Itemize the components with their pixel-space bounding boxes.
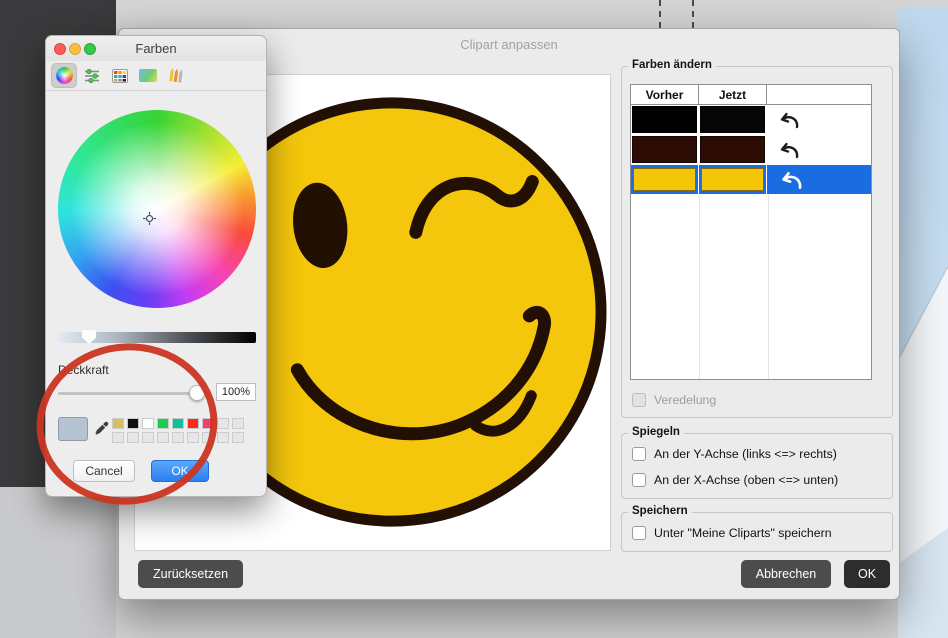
- color-swatch[interactable]: [112, 432, 124, 443]
- color-palettes-tab[interactable]: [107, 63, 133, 88]
- color-swatch[interactable]: [217, 432, 229, 443]
- image-palettes-icon: [139, 69, 157, 82]
- undo-row-color-button[interactable]: [767, 135, 871, 164]
- color-swatch[interactable]: [202, 432, 214, 443]
- mirror-y-axis-checkbox[interactable]: [632, 447, 646, 461]
- color-swatch[interactable]: [142, 418, 154, 429]
- color-swatch: [633, 168, 696, 191]
- after-color-cell[interactable]: [699, 135, 767, 164]
- color-mapping-table: Vorher Jetzt: [630, 84, 872, 380]
- undo-arrow-icon: [774, 110, 800, 130]
- desktop-light-area: [0, 487, 116, 638]
- panel-cancel-button[interactable]: Cancel: [73, 460, 135, 482]
- color-swatch: [632, 136, 697, 163]
- colors-panel-window: Farben: [45, 35, 267, 497]
- color-swatch[interactable]: [127, 418, 139, 429]
- background-photo-edge: [898, 8, 948, 638]
- save-to-my-cliparts-label: Unter "Meine Cliparts" speichern: [654, 526, 832, 540]
- veredelung-checkbox[interactable]: [632, 393, 646, 407]
- color-swatch[interactable]: [217, 418, 229, 429]
- cancel-button[interactable]: Abbrechen: [741, 560, 831, 588]
- crosshair-icon[interactable]: [143, 212, 156, 225]
- opacity-slider-thumb[interactable]: [189, 385, 205, 401]
- mirror-x-axis-checkbox[interactable]: [632, 473, 646, 487]
- screen: Clipart anpassen Farben ändern Vorher Je…: [0, 0, 948, 638]
- mirror-y-axis-label: An der Y-Achse (links <=> rechts): [654, 447, 837, 461]
- group-label: Speichern: [628, 505, 692, 517]
- color-swatch: [700, 136, 765, 163]
- after-color-cell[interactable]: [699, 165, 767, 194]
- change-colors-group: Farben ändern Vorher Jetzt: [621, 66, 893, 418]
- color-swatch[interactable]: [157, 418, 169, 429]
- column-header-actions: [767, 85, 871, 104]
- color-palettes-icon: [112, 69, 128, 83]
- mirror-group: Spiegeln An der Y-Achse (links <=> recht…: [621, 433, 893, 499]
- color-swatch[interactable]: [172, 432, 184, 443]
- color-swatch[interactable]: [172, 418, 184, 429]
- color-swatch[interactable]: [232, 432, 244, 443]
- image-palettes-tab[interactable]: [135, 63, 161, 88]
- table-header-row: Vorher Jetzt: [631, 85, 871, 105]
- color-sliders-icon: [83, 68, 101, 84]
- color-wheel[interactable]: [58, 110, 256, 308]
- group-label: Spiegeln: [628, 426, 684, 438]
- color-mode-toolbar: [46, 61, 266, 91]
- color-sliders-tab[interactable]: [79, 63, 105, 88]
- save-to-my-cliparts-checkbox[interactable]: [632, 526, 646, 540]
- color-swatch[interactable]: [202, 418, 214, 429]
- veredelung-label: Veredelung: [654, 393, 716, 407]
- column-header-before: Vorher: [631, 85, 699, 104]
- undo-row-color-button[interactable]: [767, 105, 871, 134]
- color-swatch[interactable]: [142, 432, 154, 443]
- ok-button[interactable]: OK: [844, 560, 890, 588]
- opacity-value-field[interactable]: 100%: [216, 383, 256, 401]
- save-group: Speichern Unter "Meine Cliparts" speiche…: [621, 512, 893, 552]
- color-swatch: [701, 168, 764, 191]
- pencils-tab[interactable]: [163, 63, 189, 88]
- reset-button[interactable]: Zurücksetzen: [138, 560, 243, 588]
- panel-ok-button[interactable]: OK: [151, 460, 209, 482]
- mirror-x-axis-label: An der X-Achse (oben <=> unten): [654, 473, 838, 487]
- pencils-icon: [167, 68, 185, 83]
- color-swatch[interactable]: [187, 432, 199, 443]
- before-color-cell[interactable]: [631, 135, 699, 164]
- dashed-guide-line: [692, 0, 694, 28]
- before-color-cell[interactable]: [631, 165, 699, 194]
- current-color-well[interactable]: [58, 417, 88, 441]
- opacity-slider[interactable]: [58, 392, 210, 395]
- undo-arrow-icon: [774, 140, 800, 160]
- color-swatch[interactable]: [187, 418, 199, 429]
- color-wheel-icon: [56, 67, 73, 84]
- color-swatch: [632, 106, 697, 133]
- undo-arrow-icon: [774, 169, 804, 191]
- table-row-selected[interactable]: [631, 165, 871, 195]
- group-label: Farben ändern: [628, 59, 716, 71]
- undo-row-color-button[interactable]: [767, 165, 871, 194]
- eyedropper-icon[interactable]: [94, 420, 110, 436]
- table-row[interactable]: [631, 105, 871, 135]
- table-row[interactable]: [631, 135, 871, 165]
- opacity-label: Deckkraft: [58, 363, 109, 377]
- color-swatch[interactable]: [232, 418, 244, 429]
- panel-titlebar[interactable]: Farben: [46, 36, 266, 61]
- after-color-cell[interactable]: [699, 105, 767, 134]
- column-header-after: Jetzt: [699, 85, 767, 104]
- dashed-guide-line: [659, 0, 661, 28]
- color-swatch[interactable]: [112, 418, 124, 429]
- color-wheel-tab[interactable]: [51, 63, 77, 88]
- panel-title: Farben: [46, 41, 266, 56]
- color-swatch[interactable]: [127, 432, 139, 443]
- color-swatch[interactable]: [157, 432, 169, 443]
- before-color-cell[interactable]: [631, 105, 699, 134]
- color-swatch: [700, 106, 765, 133]
